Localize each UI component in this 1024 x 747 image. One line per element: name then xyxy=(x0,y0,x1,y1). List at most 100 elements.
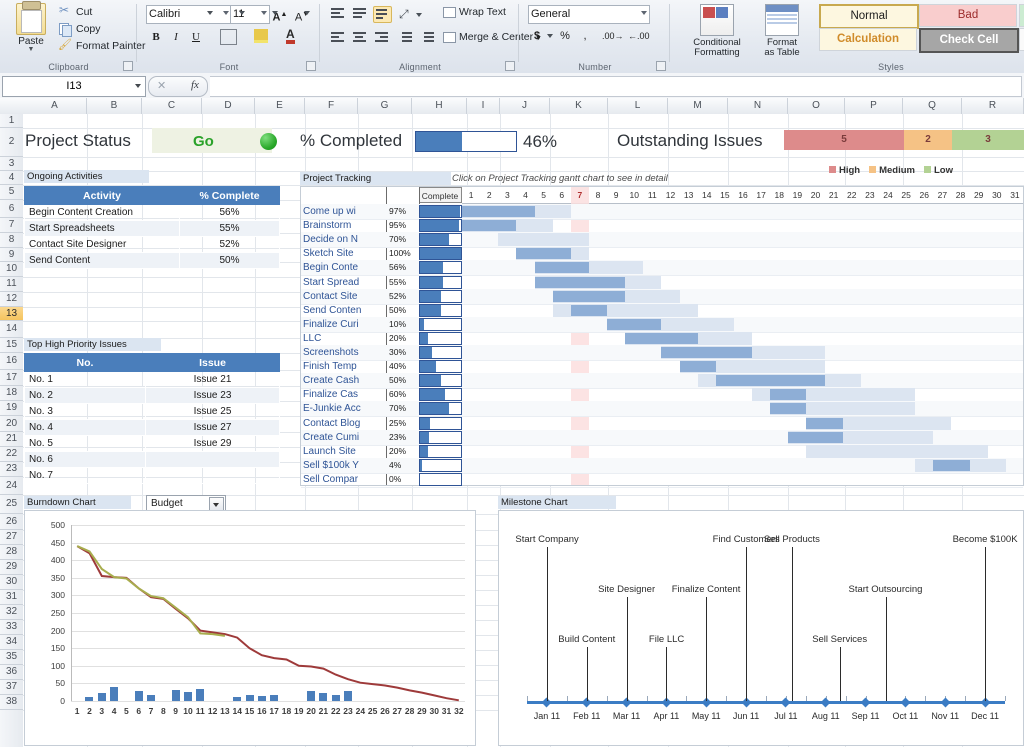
fill-color-icon[interactable] xyxy=(254,29,268,43)
orientation-icon[interactable]: ⤢ xyxy=(399,7,409,22)
insert-function-icon[interactable]: fx xyxy=(191,79,199,91)
row-header-17[interactable]: 17 xyxy=(0,370,23,386)
column-header-L[interactable]: L xyxy=(608,98,668,114)
percent-button[interactable]: % xyxy=(558,28,572,45)
format-as-table-button[interactable]: Format as Table xyxy=(753,2,811,58)
column-header-C[interactable]: C xyxy=(142,98,202,114)
column-header-K[interactable]: K xyxy=(550,98,608,114)
column-header-Q[interactable]: Q xyxy=(903,98,962,114)
decrease-indent-icon[interactable] xyxy=(397,31,414,46)
comma-button[interactable]: , xyxy=(578,28,592,45)
row-header-26[interactable]: 26 xyxy=(0,514,23,530)
row-header-14[interactable]: 14 xyxy=(0,321,23,338)
align-middle-icon[interactable] xyxy=(351,7,368,22)
currency-dropdown-arrow[interactable] xyxy=(547,34,553,38)
style-explanatory[interactable]: Expla xyxy=(1019,28,1024,51)
style-calculation[interactable]: Calculation xyxy=(819,28,917,51)
row-header-2[interactable]: 2 xyxy=(0,128,23,157)
column-header-N[interactable]: N xyxy=(728,98,788,114)
column-header-E[interactable]: E xyxy=(255,98,305,114)
font-color-icon[interactable]: A xyxy=(286,28,295,44)
row-header-7[interactable]: 7 xyxy=(0,218,23,233)
increase-indent-icon[interactable] xyxy=(419,31,436,46)
column-header-H[interactable]: H xyxy=(412,98,467,114)
font-size-combo[interactable]: 11 xyxy=(230,5,270,24)
row-header-12[interactable]: 12 xyxy=(0,292,23,307)
row-header-27[interactable]: 27 xyxy=(0,530,23,545)
column-header-D[interactable]: D xyxy=(202,98,255,114)
column-header-M[interactable]: M xyxy=(668,98,728,114)
align-center-icon[interactable] xyxy=(351,31,368,46)
fill-color-dropdown-arrow[interactable] xyxy=(272,11,278,15)
font-dialog-launcher[interactable] xyxy=(306,61,316,71)
row-header-23[interactable]: 23 xyxy=(0,462,23,477)
chevron-down-icon[interactable] xyxy=(135,84,141,88)
column-header-P[interactable]: P xyxy=(845,98,903,114)
clipboard-dialog-launcher[interactable] xyxy=(123,61,133,71)
number-format-combo[interactable]: General xyxy=(528,5,650,24)
row-header-15[interactable]: 15 xyxy=(0,338,23,353)
align-right-icon[interactable] xyxy=(373,31,390,46)
format-painter-button[interactable]: Format Painter xyxy=(58,39,145,52)
row-header-22[interactable]: 22 xyxy=(0,447,23,462)
row-header-21[interactable]: 21 xyxy=(0,432,23,447)
column-header-G[interactable]: G xyxy=(358,98,412,114)
row-header-18[interactable]: 18 xyxy=(0,386,23,401)
burndown-chart[interactable]: 5004504003503002502001501005001234567891… xyxy=(24,510,476,746)
wrap-text-button[interactable]: Wrap Text xyxy=(443,6,506,18)
cut-button[interactable]: Cut xyxy=(58,5,92,18)
style-normal[interactable]: Normal xyxy=(819,4,919,29)
column-header-O[interactable]: O xyxy=(788,98,845,114)
align-top-icon[interactable] xyxy=(329,7,346,22)
row-header-24[interactable]: 24 xyxy=(0,477,23,495)
row-header-19[interactable]: 19 xyxy=(0,401,23,416)
row-header-36[interactable]: 36 xyxy=(0,665,23,680)
number-dialog-launcher[interactable] xyxy=(656,61,666,71)
row-header-29[interactable]: 29 xyxy=(0,560,23,575)
formula-input[interactable] xyxy=(210,76,1022,97)
row-header-3[interactable]: 3 xyxy=(0,157,23,171)
row-header-37[interactable]: 37 xyxy=(0,680,23,695)
paste-dropdown-arrow[interactable]: ▼ xyxy=(8,47,54,52)
decrease-decimal-button[interactable]: ←.00 xyxy=(628,28,646,45)
chevron-down-icon[interactable] xyxy=(641,11,647,15)
row-header-33[interactable]: 33 xyxy=(0,620,23,635)
row-header-16[interactable]: 16 xyxy=(0,353,23,370)
copy-button[interactable]: Copy xyxy=(58,22,101,35)
row-header-6[interactable]: 6 xyxy=(0,200,23,218)
chevron-down-icon[interactable] xyxy=(261,11,267,15)
underline-button[interactable]: U xyxy=(186,28,206,47)
row-header-8[interactable]: 8 xyxy=(0,233,23,248)
increase-decimal-button[interactable]: .00→ xyxy=(602,28,620,45)
borders-icon[interactable] xyxy=(220,29,237,45)
alignment-dialog-launcher[interactable] xyxy=(505,61,515,71)
row-header-25[interactable]: 25 xyxy=(0,495,23,514)
underline-dropdown-arrow[interactable] xyxy=(207,11,213,15)
row-header-1[interactable]: 1 xyxy=(0,114,23,128)
currency-button[interactable]: $ xyxy=(530,28,544,45)
row-header-30[interactable]: 30 xyxy=(0,575,23,590)
orientation-dropdown-arrow[interactable] xyxy=(416,13,422,17)
style-good[interactable]: Good xyxy=(1019,4,1024,27)
font-name-combo[interactable]: Calibri xyxy=(146,5,232,24)
column-header-R[interactable]: R xyxy=(962,98,1024,114)
column-header-B[interactable]: B xyxy=(87,98,142,114)
row-header-34[interactable]: 34 xyxy=(0,635,23,650)
font-color-dropdown-arrow[interactable] xyxy=(304,11,310,15)
row-header-28[interactable]: 28 xyxy=(0,545,23,560)
row-header-38[interactable]: 38 xyxy=(0,695,23,710)
row-header-10[interactable]: 10 xyxy=(0,262,23,277)
column-header-I[interactable]: I xyxy=(467,98,500,114)
row-header-11[interactable]: 11 xyxy=(0,277,23,292)
chevron-down-icon[interactable] xyxy=(223,11,229,15)
row-header-5[interactable]: 5 xyxy=(0,185,23,200)
gantt-chart[interactable]: Complete12345678910111213141516171819202… xyxy=(300,186,1024,486)
column-header-A[interactable]: A xyxy=(23,98,87,114)
column-header-J[interactable]: J xyxy=(500,98,550,114)
row-header-35[interactable]: 35 xyxy=(0,650,23,665)
align-bottom-icon[interactable] xyxy=(373,6,392,23)
milestone-chart[interactable]: Jan 11Feb 11Mar 11Apr 11May 11Jun 11Jul … xyxy=(498,510,1024,746)
paste-button[interactable]: Paste ▼ xyxy=(8,3,54,52)
row-header-9[interactable]: 9 xyxy=(0,248,23,262)
italic-button[interactable]: I xyxy=(166,28,186,47)
